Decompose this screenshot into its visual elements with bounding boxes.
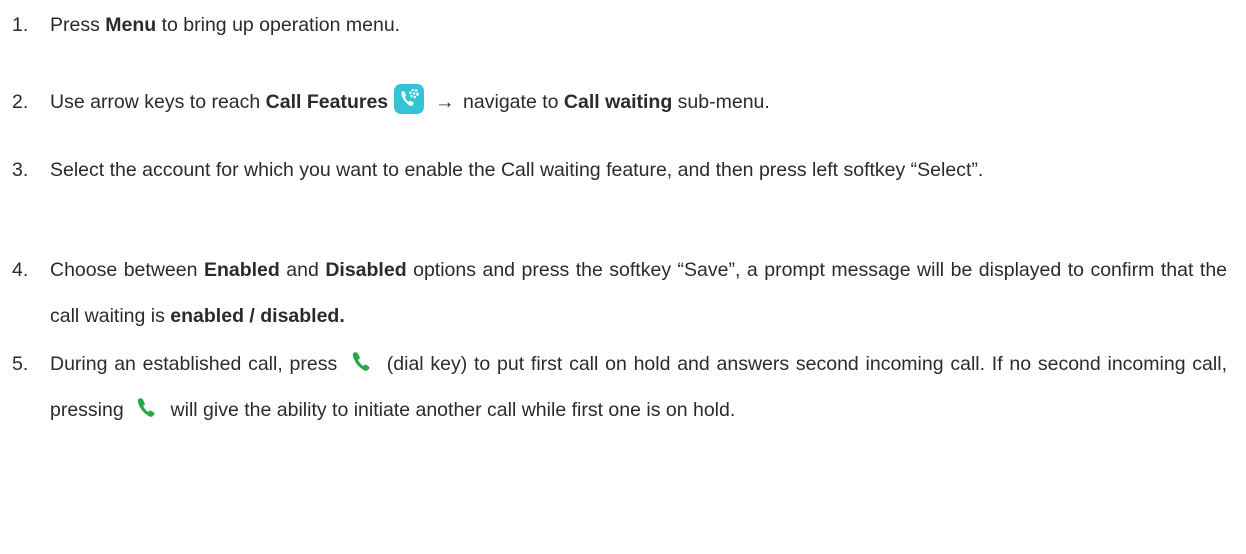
arrow-right-icon: → (435, 91, 455, 113)
disabled-option-label: Disabled (325, 259, 407, 281)
step-3: 3. Select the account for which you want… (12, 147, 1227, 193)
step-number: 4. (12, 259, 29, 281)
step-number: 3. (12, 159, 29, 181)
status-label: enabled / disabled. (170, 305, 345, 327)
call-features-label: Call Features (265, 91, 389, 113)
step-5: 5. During an established call, press (di… (12, 341, 1227, 433)
step-text: Select the account for which you want to… (50, 159, 984, 181)
step-text: Use arrow keys to reach Call Features → n… (50, 79, 1227, 125)
step-4: 4. Choose between Enabled and Disabled o… (12, 247, 1227, 339)
step-text: During an established call, press (dial … (50, 341, 1227, 433)
step-1: 1. Press Menu to bring up operation menu… (12, 2, 1227, 48)
call-features-icon (394, 84, 425, 114)
step-number: 1. (12, 14, 29, 36)
step-2: 2. Use arrow keys to reach Call Features… (12, 79, 1227, 125)
call-waiting-label: Call waiting (563, 91, 673, 113)
enabled-option-label: Enabled (203, 259, 280, 281)
step-text: Press Menu to bring up operation menu. (50, 14, 401, 36)
step-text: Choose between Enabled and Disabled opti… (50, 259, 1228, 327)
dial-key-icon (135, 391, 159, 417)
dial-key-icon (350, 345, 374, 371)
menu-key-label: Menu (105, 14, 157, 36)
step-number: 5. (12, 353, 29, 375)
step-number: 2. (12, 91, 29, 113)
document-page: 1. Press Menu to bring up operation menu… (0, 0, 1246, 554)
